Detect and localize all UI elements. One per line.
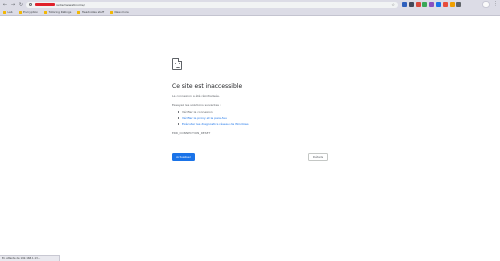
bookmark-item[interactable]: New more (110, 9, 129, 16)
extension-icon[interactable] (442, 2, 448, 7)
back-button[interactable]: ← (2, 2, 8, 8)
error-content: Ce site est inaccessible La connexion a … (172, 58, 332, 135)
site-info-icon[interactable] (29, 3, 32, 6)
bookmark-label: Lab (7, 9, 13, 14)
folder-icon (3, 10, 6, 14)
url-text: rediemsiwetinome/ (56, 2, 85, 7)
bookmarks-bar: Lab Encryption Tutoring Ratings Headnotes s… (0, 9, 500, 16)
sad-page-icon (172, 58, 182, 70)
reload-button[interactable]: ↻ (18, 2, 24, 8)
folder-icon (77, 10, 81, 14)
browser-window: ← → ↻ rediemsiwetinome/ ☆ ⋮ Lab Encryptio… (0, 0, 500, 261)
folder-icon (18, 10, 22, 14)
suggestions-heading: Essayez les solutions suivantes : (172, 103, 221, 107)
extension-icon[interactable] (456, 2, 462, 7)
sad-page-mouth (175, 66, 180, 69)
suggestions-list: Vérifier la connexion Vérifier le proxy … (178, 109, 332, 127)
extensions-area (402, 2, 463, 8)
bookmark-item[interactable]: Encryption (18, 9, 39, 16)
error-title: Ce site est inaccessible (172, 83, 243, 90)
suggestion-run-diagnostics-link[interactable]: Exécuter les diagnostics réseau de Windo… (178, 121, 332, 127)
folder-icon (110, 10, 113, 14)
profile-avatar[interactable] (482, 1, 490, 8)
url-redaction (35, 3, 55, 6)
extension-icon[interactable] (429, 2, 435, 7)
bookmark-label: Encryption (23, 9, 39, 14)
address-bar[interactable]: rediemsiwetinome/ ☆ (26, 1, 398, 8)
extension-icon[interactable] (422, 2, 428, 7)
error-code: ERR_CONNECTION_RESET (172, 131, 211, 135)
status-bar: En attente de 192.168.1.13... (0, 255, 60, 261)
extension-icon[interactable] (449, 2, 455, 7)
extension-icon[interactable] (402, 2, 407, 7)
extension-icon[interactable] (415, 2, 421, 7)
folder-icon (44, 10, 48, 14)
browser-toolbar: ← → ↻ rediemsiwetinome/ ☆ ⋮ (0, 0, 500, 9)
bookmark-label: New more (114, 9, 129, 14)
bookmark-label: Tutoring Ratings (48, 9, 72, 14)
extension-icon[interactable] (408, 2, 414, 7)
details-button[interactable]: Détails (308, 153, 328, 161)
error-subtitle: La connexion a été réinitialisée. (172, 94, 220, 98)
forward-button[interactable]: → (10, 2, 16, 8)
bookmark-item[interactable]: Headnotes stuff (77, 9, 104, 16)
bookmark-item[interactable]: Lab (3, 9, 13, 16)
sad-page-eye (178, 63, 180, 65)
sad-page-eye (175, 63, 177, 65)
browser-menu-icon[interactable]: ⋮ (493, 0, 498, 9)
extension-icon[interactable] (435, 2, 441, 7)
bookmark-item[interactable]: Tutoring Ratings (44, 9, 71, 16)
bookmark-star-icon[interactable]: ☆ (391, 2, 395, 8)
reload-page-button[interactable]: Actualiser (172, 153, 195, 161)
bookmark-label: Headnotes stuff (81, 9, 104, 14)
